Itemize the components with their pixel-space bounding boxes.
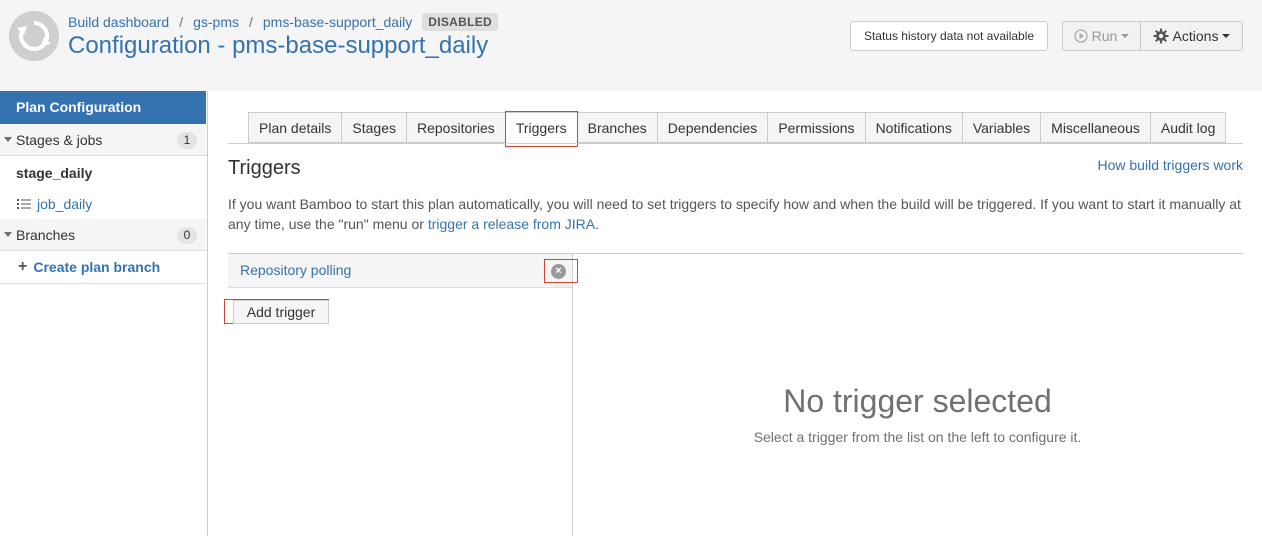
sidebar-item-job[interactable]: job_daily <box>17 196 92 212</box>
collapse-arrow-icon <box>4 137 12 142</box>
create-plan-branch-link[interactable]: + Create plan branch <box>0 251 207 284</box>
add-trigger-button[interactable]: Add trigger <box>233 300 329 324</box>
how-triggers-work-link[interactable]: How build triggers work <box>1098 157 1244 173</box>
trigger-list: Repository polling × Add trigger <box>224 254 578 536</box>
branches-count-badge: 0 <box>177 227 197 244</box>
empty-state-title: No trigger selected <box>783 383 1052 419</box>
status-history-button[interactable]: Status history data not available <box>850 21 1048 51</box>
tabs-divider <box>228 143 1243 144</box>
intro-body: If you want Bamboo to start this plan au… <box>228 196 1241 232</box>
chevron-down-icon <box>1222 34 1231 38</box>
tab-branches[interactable]: Branches <box>576 112 657 143</box>
tab-plan-details[interactable]: Plan details <box>248 112 342 143</box>
section-heading: Triggers <box>228 157 301 179</box>
plus-icon: + <box>18 258 28 275</box>
tab-dependencies[interactable]: Dependencies <box>656 112 768 143</box>
collapse-arrow-icon <box>4 232 12 237</box>
sidebar-section-branches[interactable]: Branches 0 <box>0 219 207 251</box>
tab-repositories[interactable]: Repositories <box>405 112 505 143</box>
sidebar-item-stage[interactable]: stage_daily <box>16 165 92 181</box>
build-status-icon <box>9 11 59 61</box>
breadcrumb: Build dashboard / gs-pms / pms-base-supp… <box>68 13 499 31</box>
tab-permissions[interactable]: Permissions <box>767 112 865 143</box>
tab-triggers[interactable]: Triggers <box>504 111 578 147</box>
intro-text: If you want Bamboo to start this plan au… <box>228 194 1244 234</box>
breadcrumb-plan[interactable]: pms-base-support_daily <box>263 14 412 30</box>
run-label: Run <box>1091 28 1118 44</box>
tab-variables[interactable]: Variables <box>961 112 1041 143</box>
chevron-down-icon <box>1121 34 1130 38</box>
sidebar-item-plan-configuration[interactable]: Plan Configuration <box>0 91 206 124</box>
breadcrumb-separator: / <box>248 14 253 30</box>
breadcrumb-build-dashboard[interactable]: Build dashboard <box>68 14 169 30</box>
tab-miscellaneous[interactable]: Miscellaneous <box>1040 112 1150 143</box>
actions-button[interactable]: Actions <box>1141 21 1243 51</box>
sidebar-section-stages[interactable]: Stages & jobs 1 <box>0 124 207 156</box>
page-title: Configuration - pms-base-support_daily <box>68 32 489 59</box>
actions-label: Actions <box>1172 28 1219 44</box>
sidebar: Plan Configuration Stages & jobs 1 stage… <box>0 91 208 536</box>
config-tabs: Plan details Stages Repositories Trigger… <box>248 111 1227 147</box>
stages-count-badge: 1 <box>177 132 197 149</box>
delete-trigger-button[interactable]: × <box>544 259 578 283</box>
intro-end: . <box>595 216 600 232</box>
list-icon <box>17 199 31 209</box>
run-button[interactable]: Run <box>1062 21 1141 51</box>
empty-state-subtitle: Select a trigger from the list on the le… <box>753 429 1082 445</box>
trigger-release-jira-link[interactable]: trigger a release from JIRA <box>428 216 595 232</box>
play-icon <box>1074 29 1088 43</box>
gear-icon <box>1153 28 1169 44</box>
close-icon: × <box>551 264 566 279</box>
job-label: job_daily <box>37 196 93 212</box>
breadcrumb-project[interactable]: gs-pms <box>193 14 239 30</box>
branches-label: Branches <box>16 226 76 243</box>
tab-audit-log[interactable]: Audit log <box>1149 112 1227 143</box>
tab-stages[interactable]: Stages <box>341 112 406 143</box>
breadcrumb-separator: / <box>179 14 184 30</box>
create-plan-branch-label: Create plan branch <box>33 259 161 275</box>
trigger-item-repository-polling[interactable]: Repository polling <box>228 254 572 288</box>
page-header: Build dashboard / gs-pms / pms-base-supp… <box>0 0 1262 91</box>
stages-label: Stages & jobs <box>16 131 103 148</box>
tab-notifications[interactable]: Notifications <box>864 112 962 143</box>
disabled-badge: DISABLED <box>422 13 499 31</box>
